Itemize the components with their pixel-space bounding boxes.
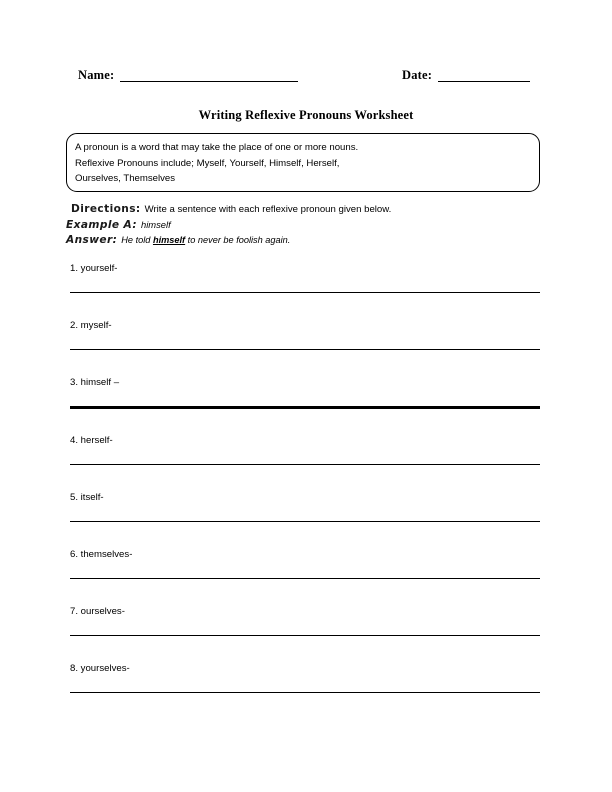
question-prompt: 2. myself- xyxy=(70,320,112,332)
question-item: 6. themselves- xyxy=(70,549,540,579)
question-prompt: 4. herself- xyxy=(70,434,113,446)
answer-write-line[interactable] xyxy=(70,635,540,637)
definition-line-1: A pronoun is a word that may take the pl… xyxy=(75,142,359,153)
date-field-group: Date: xyxy=(402,68,531,82)
answer-write-line[interactable] xyxy=(70,520,540,522)
worksheet-page: Name: Date: Writing Reflexive Pronouns W… xyxy=(0,0,612,792)
answer-write-line[interactable] xyxy=(70,349,540,351)
question-prompt: 8. yourselves- xyxy=(70,663,130,675)
question-item: 3. himself – xyxy=(70,377,540,410)
question-item: 4. herself- xyxy=(70,435,540,465)
header-row: Name: Date: xyxy=(0,68,612,92)
directions-block: Directions: Write a sentence with each r… xyxy=(66,203,546,249)
example-text: himself xyxy=(140,219,171,230)
question-item: 1. yourself- xyxy=(70,263,540,293)
question-prompt: 7. ourselves- xyxy=(70,606,125,618)
question-item: 7. ourselves- xyxy=(70,606,540,637)
date-input-rule[interactable] xyxy=(438,69,531,82)
page-title: Writing Reflexive Pronouns Worksheet xyxy=(198,108,414,122)
answer-keyword: himself xyxy=(152,235,186,245)
answer-text: He told himself to never be foolish agai… xyxy=(121,235,290,245)
directions-text: Write a sentence with each reflexive pro… xyxy=(144,204,392,215)
definition-box: A pronoun is a word that may take the pl… xyxy=(66,133,540,192)
answer-write-line[interactable] xyxy=(70,406,540,410)
question-item: 2. myself- xyxy=(70,320,540,351)
answer-suffix: to never be foolish again. xyxy=(185,235,291,245)
question-item: 5. itself- xyxy=(70,492,540,522)
example-label: Example A: xyxy=(66,219,137,231)
answer-write-line[interactable] xyxy=(70,292,540,293)
question-prompt: 5. itself- xyxy=(70,491,104,503)
answer-line: Answer: He told himself to never be fool… xyxy=(66,234,546,249)
date-label: Date: xyxy=(402,68,433,82)
question-item: 8. yourselves- xyxy=(70,663,540,694)
name-input-rule[interactable] xyxy=(120,69,299,82)
question-prompt: 1. yourself- xyxy=(70,263,118,274)
question-prompt: 3. himself – xyxy=(70,377,120,389)
answer-label: Answer: xyxy=(66,234,118,246)
definition-line-3: Ourselves, Themselves xyxy=(75,173,176,184)
name-field-group: Name: xyxy=(78,68,299,82)
answer-prefix: He told xyxy=(121,235,153,245)
example-line: Example A: himself xyxy=(66,219,546,234)
answer-write-line[interactable] xyxy=(70,692,540,694)
answer-write-line[interactable] xyxy=(70,578,540,579)
definition-line-2: Reflexive Pronouns include; Myself, Your… xyxy=(75,157,340,169)
directions-line: Directions: Write a sentence with each r… xyxy=(66,203,546,219)
answer-write-line[interactable] xyxy=(70,463,540,465)
directions-label: Directions: xyxy=(71,203,141,215)
name-label: Name: xyxy=(78,68,115,82)
question-prompt: 6. themselves- xyxy=(70,549,133,560)
